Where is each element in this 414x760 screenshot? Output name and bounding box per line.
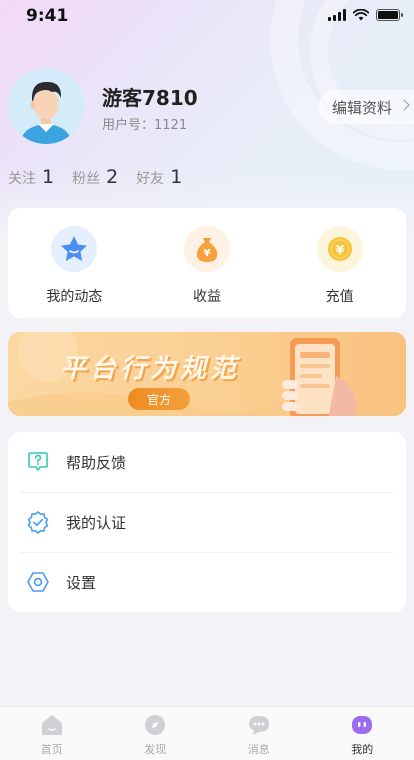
platform-rules-banner[interactable]: 平台行为规范 官方 — [8, 332, 406, 416]
svg-text:¥: ¥ — [204, 248, 211, 259]
menu-item-label: 帮助反馈 — [66, 453, 127, 472]
status-time: 9:41 — [26, 6, 69, 26]
stat-value: 2 — [106, 166, 119, 188]
home-icon — [40, 713, 64, 737]
chat-bubble-icon — [247, 713, 271, 737]
stat-friends[interactable]: 好友 1 — [136, 166, 182, 188]
banner-title: 平台行为规范 — [60, 354, 241, 384]
wifi-icon — [353, 9, 369, 21]
tab-label: 发现 — [144, 743, 167, 756]
stat-label: 关注 — [8, 171, 36, 187]
status-bar: 9:41 — [0, 0, 414, 34]
quick-action-earnings[interactable]: ¥ 收益 — [141, 208, 274, 318]
tab-label: 消息 — [247, 743, 270, 756]
avatar[interactable] — [8, 68, 84, 144]
quick-actions-card: 我的动态 ¥ 收益 ¥ 充值 — [8, 208, 406, 318]
user-id: 用户号：1121 — [102, 118, 188, 133]
menu-item-verification[interactable]: 我的认证 — [8, 492, 406, 552]
tab-label: 首页 — [40, 743, 63, 756]
tab-discover[interactable]: 发现 — [104, 707, 208, 760]
stat-following[interactable]: 关注 1 — [8, 166, 54, 188]
star-icon — [51, 226, 98, 272]
menu-item-label: 我的认证 — [66, 513, 127, 532]
menu-item-help-feedback[interactable]: 帮助反馈 — [8, 432, 406, 492]
battery-icon — [376, 9, 403, 21]
chevron-right-icon — [398, 99, 410, 111]
quick-action-my-posts[interactable]: 我的动态 — [8, 208, 141, 318]
help-chat-icon — [26, 450, 50, 474]
menu-item-label: 设置 — [66, 573, 97, 592]
edit-profile-label: 编辑资料 — [331, 98, 392, 117]
settings-hexagon-icon — [26, 570, 50, 594]
money-bag-icon: ¥ — [184, 226, 230, 272]
stat-value: 1 — [42, 166, 55, 188]
quick-action-label: 充值 — [325, 289, 354, 305]
compass-icon — [143, 713, 167, 737]
tab-messages[interactable]: 消息 — [207, 707, 311, 760]
tab-label: 我的 — [351, 743, 374, 756]
settings-menu: 帮助反馈 我的认证 设置 — [8, 432, 406, 612]
cellular-signal-icon — [328, 9, 346, 21]
menu-item-settings[interactable]: 设置 — [8, 552, 406, 612]
stat-label: 粉丝 — [72, 171, 101, 187]
bottom-tab-bar: 首页 发现 消息 我的 — [0, 706, 414, 760]
profile-face-icon — [350, 713, 374, 737]
tab-home[interactable]: 首页 — [0, 707, 104, 760]
username: 游客7810 — [102, 86, 198, 110]
tab-profile[interactable]: 我的 — [311, 707, 414, 760]
edit-profile-button[interactable]: 编辑资料 — [317, 90, 414, 124]
yen-coin-icon: ¥ — [316, 226, 363, 272]
banner-badge: 官方 — [128, 388, 190, 410]
quick-action-label: 我的动态 — [46, 289, 103, 305]
stat-label: 好友 — [136, 171, 165, 187]
stat-followers[interactable]: 粉丝 2 — [72, 166, 118, 188]
status-icons — [328, 9, 403, 21]
svg-text:¥: ¥ — [335, 243, 344, 257]
stat-value: 1 — [170, 166, 183, 188]
follow-stats: 关注 1 粉丝 2 好友 1 — [8, 166, 182, 188]
phone-hand-icon — [282, 338, 356, 416]
verified-badge-icon — [26, 510, 50, 534]
quick-action-recharge[interactable]: ¥ 充值 — [273, 208, 406, 318]
quick-action-label: 收益 — [193, 289, 221, 305]
